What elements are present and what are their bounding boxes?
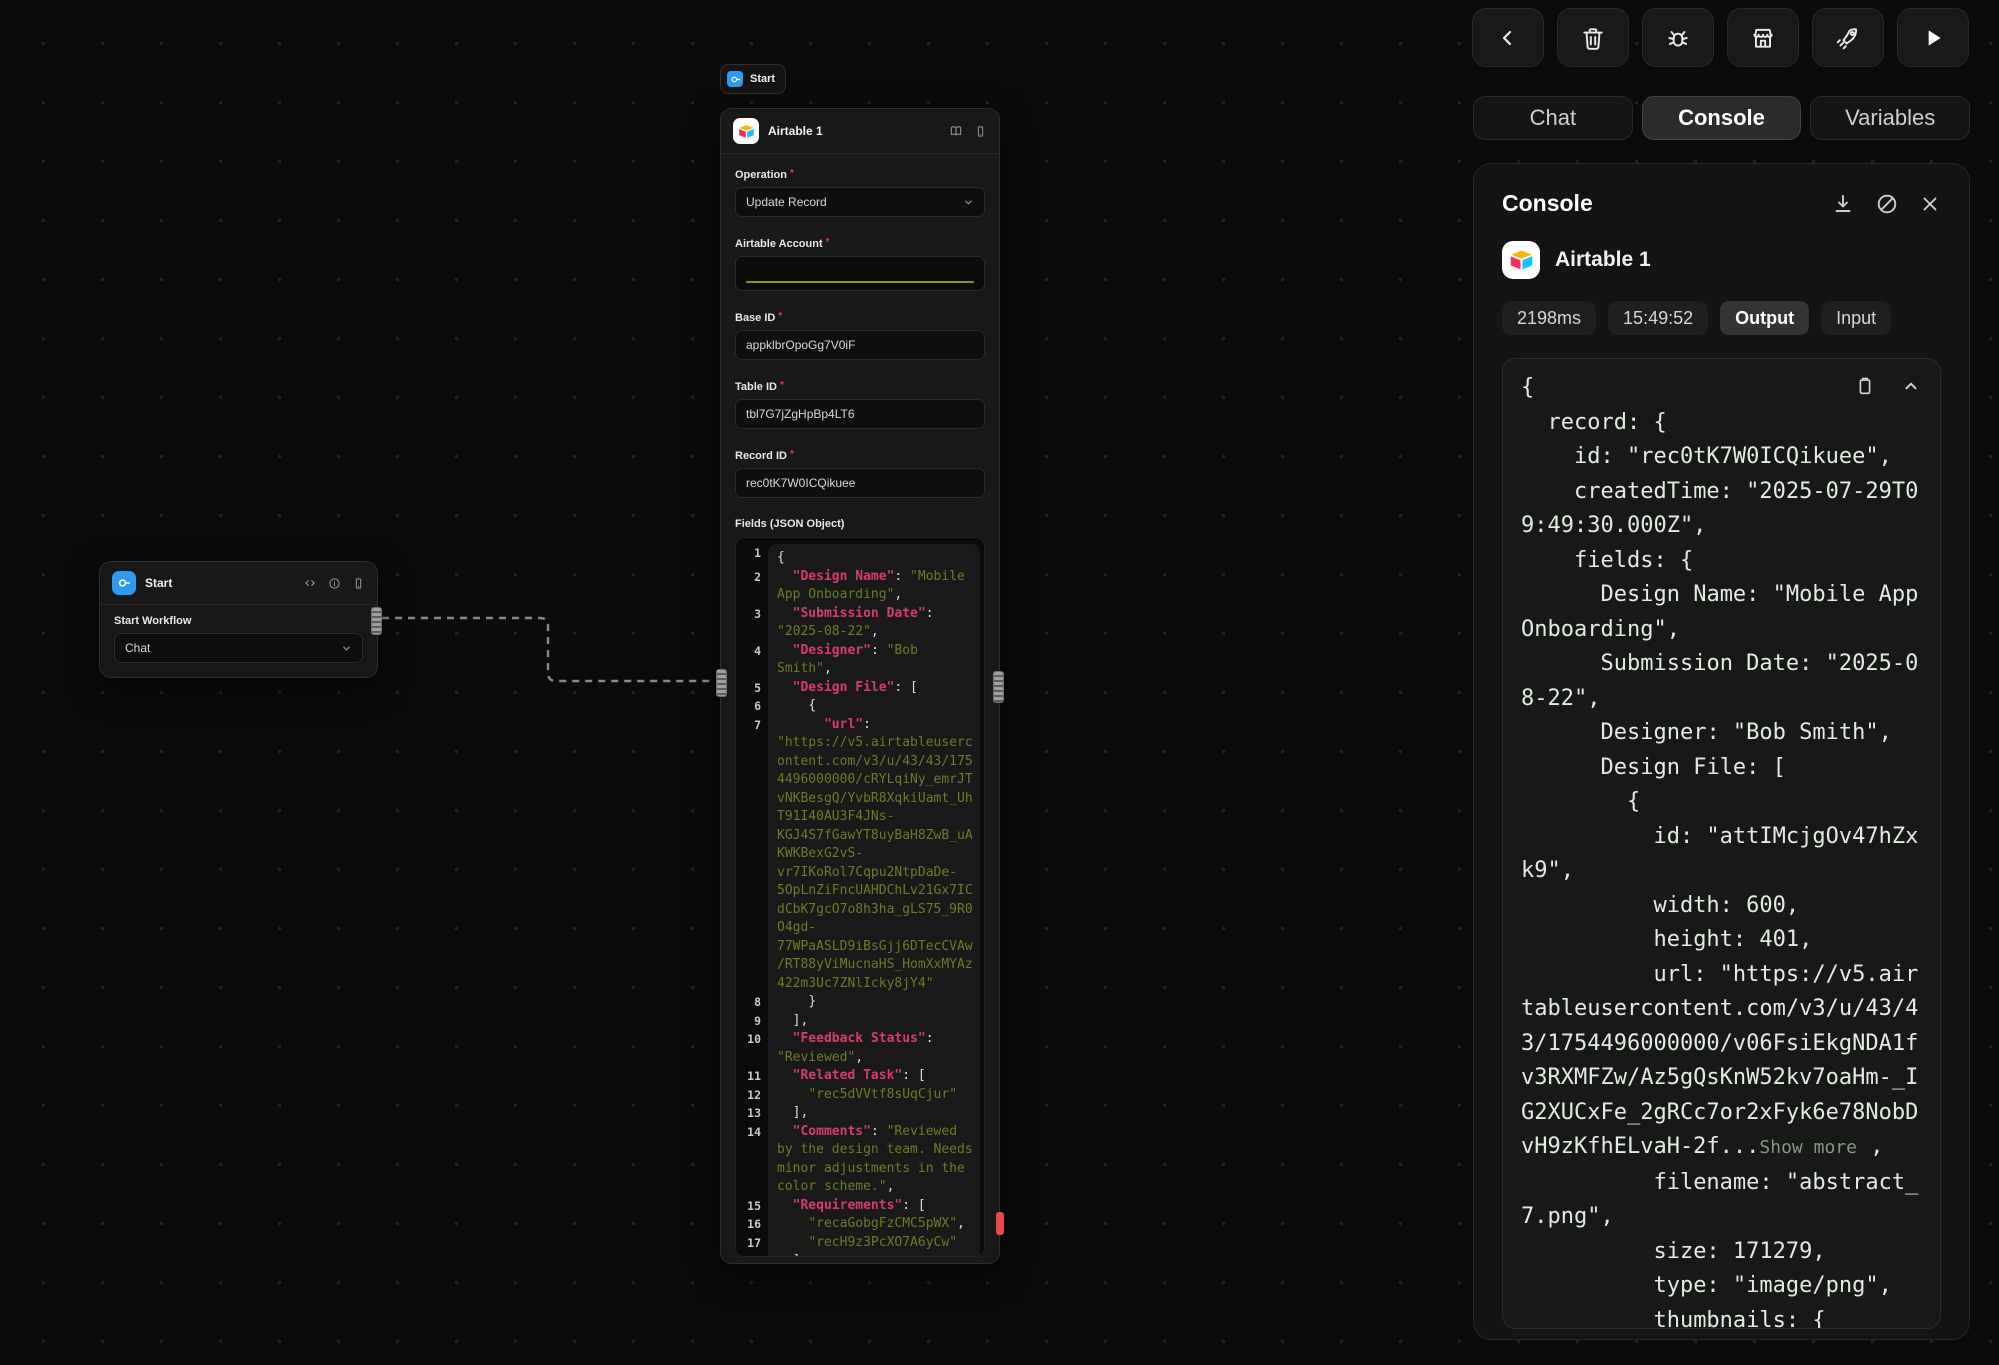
mobile-icon[interactable] (352, 577, 365, 590)
timestamp-badge: 15:49:52 (1608, 301, 1708, 335)
output-tab-badge[interactable]: Output (1720, 301, 1809, 335)
start-workflow-select[interactable]: Chat (114, 633, 363, 663)
storefront-icon (1750, 25, 1776, 51)
clear-console-icon[interactable] (1875, 192, 1899, 216)
start-output-handle[interactable] (371, 607, 382, 635)
console-json-output: { record: { id: "rec0tK7W0ICQikuee", cre… (1521, 371, 1922, 1329)
airtable-input-handle[interactable] (716, 669, 727, 697)
start-node[interactable]: Start Start Workflow Chat (99, 561, 378, 678)
start-node-title: Start (145, 576, 294, 590)
base-id-input[interactable]: appklbrOpoGg7V0iF (735, 330, 985, 360)
console-node-name: Airtable 1 (1555, 248, 1651, 272)
mobile-icon[interactable] (974, 125, 987, 138)
account-label: Airtable Account* (735, 237, 985, 250)
fields-json-label: Fields (JSON Object) (735, 518, 985, 530)
docs-book-icon[interactable] (949, 124, 963, 138)
editor-scroll-error-marker (996, 1212, 1004, 1235)
start-icon (727, 71, 743, 87)
rocket-icon (1835, 25, 1861, 51)
copy-clipboard-icon[interactable] (1854, 375, 1876, 397)
start-chip-label: Start (750, 73, 775, 85)
console-title: Console (1502, 190, 1831, 217)
start-workflow-label: Start Workflow (114, 615, 363, 627)
operation-label: Operation* (735, 168, 985, 181)
marketplace-button[interactable] (1727, 8, 1799, 67)
airtable-node[interactable]: Airtable 1 Operation* Update Record Airt… (720, 108, 1000, 1264)
base-id-label: Base ID* (735, 311, 985, 324)
play-icon (1920, 25, 1946, 51)
operation-select[interactable]: Update Record (735, 187, 985, 217)
airtable-logo-icon (1502, 241, 1540, 279)
airtable-output-handle[interactable] (993, 671, 1004, 703)
top-toolbar (1472, 8, 1969, 67)
debug-button[interactable] (1642, 8, 1714, 67)
code-icon[interactable] (303, 576, 317, 590)
delete-button[interactable] (1557, 8, 1629, 67)
table-id-label: Table ID* (735, 380, 985, 393)
input-tab-badge[interactable]: Input (1821, 301, 1891, 335)
airtable-node-title: Airtable 1 (768, 124, 940, 138)
run-button[interactable] (1897, 8, 1969, 67)
close-icon[interactable] (1919, 193, 1941, 215)
start-workflow-value: Chat (125, 641, 150, 655)
start-node-header[interactable]: Start (100, 562, 377, 605)
chevron-left-icon (1496, 26, 1520, 50)
chevron-down-icon (341, 643, 352, 654)
start-chip[interactable]: Start (720, 64, 786, 94)
collapse-chevron-up-icon[interactable] (1900, 375, 1922, 397)
start-node-icon (112, 571, 136, 595)
table-id-input[interactable]: tbl7G7jZgHpBp4LT6 (735, 399, 985, 429)
console-panel: Console Airtable 1 2198ms 15:49:52 Outpu (1473, 163, 1970, 1340)
airtable-account-select[interactable] (735, 256, 985, 291)
console-output[interactable]: { record: { id: "rec0tK7W0ICQikuee", cre… (1502, 358, 1941, 1329)
trash-icon (1580, 25, 1606, 51)
info-icon[interactable] (328, 577, 341, 590)
airtable-node-header[interactable]: Airtable 1 (721, 109, 999, 154)
account-select-underline (746, 281, 974, 283)
json-fields-editor[interactable]: 1{2 "Design Name": "Mobile App Onboardin… (735, 537, 985, 1257)
airtable-logo-icon (733, 118, 759, 144)
tab-chat[interactable]: Chat (1473, 96, 1633, 140)
back-button[interactable] (1472, 8, 1544, 67)
tab-variables[interactable]: Variables (1810, 96, 1970, 140)
tab-console[interactable]: Console (1642, 96, 1802, 140)
operation-value: Update Record (746, 195, 827, 209)
duration-badge: 2198ms (1502, 301, 1596, 335)
record-id-label: Record ID* (735, 449, 985, 462)
chevron-down-icon (963, 197, 974, 208)
deploy-button[interactable] (1812, 8, 1884, 67)
bug-icon (1665, 25, 1691, 51)
show-more-link[interactable]: Show more (1759, 1137, 1857, 1158)
download-icon[interactable] (1831, 192, 1855, 216)
record-id-input[interactable]: rec0tK7W0ICQikuee (735, 468, 985, 498)
panel-tabs: Chat Console Variables (1473, 96, 1970, 140)
